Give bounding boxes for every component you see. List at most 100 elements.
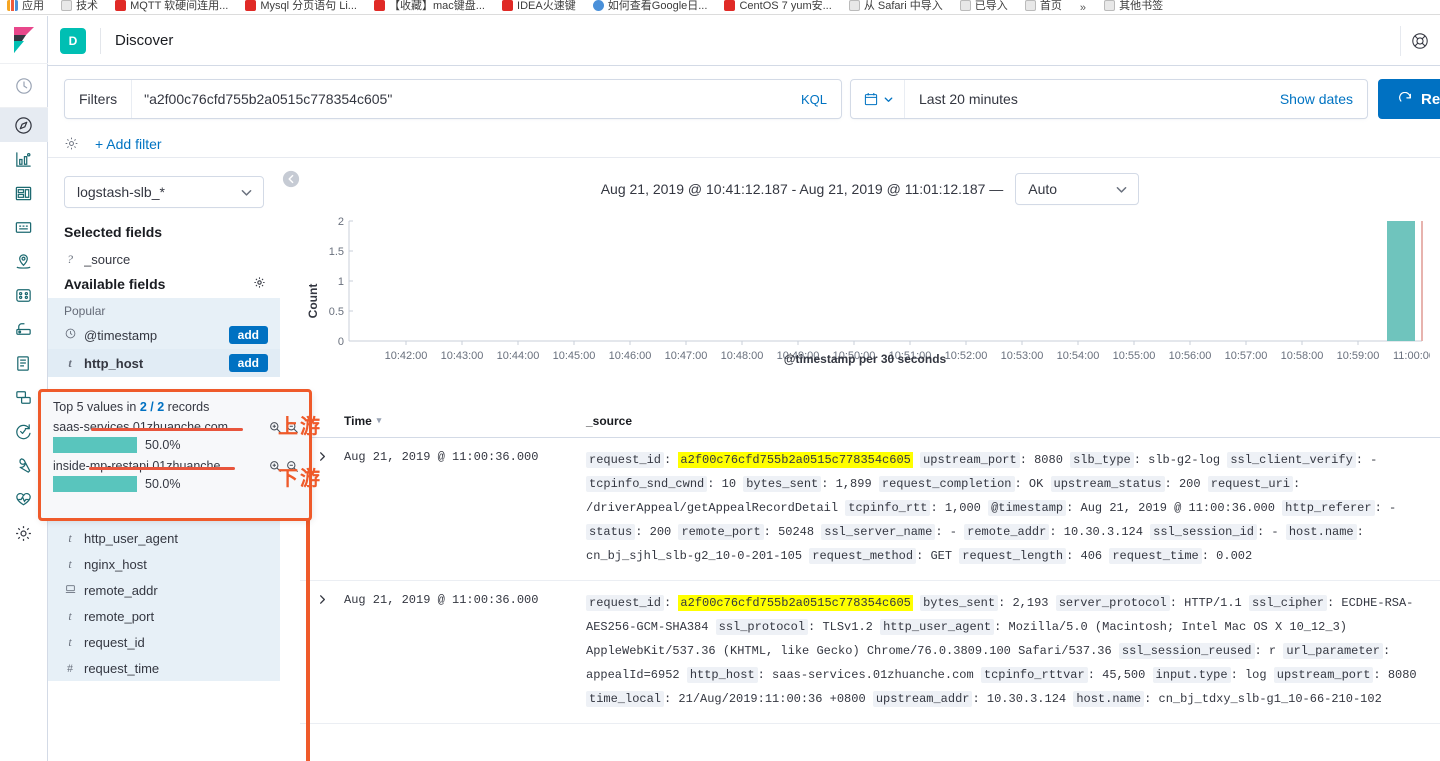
calendar-icon-button[interactable] [851,91,904,107]
kibana-logo-icon[interactable] [0,16,48,64]
other-bookmarks-folder[interactable]: 其他书签 [1104,0,1163,13]
sidebar-item-recently-viewed[interactable] [0,64,48,108]
expand-row-button[interactable] [300,591,344,711]
query-language-button[interactable]: KQL [787,92,841,107]
svg-text:2: 2 [338,216,344,228]
field-row-nginx-host[interactable]: t nginx_host [48,551,280,577]
bookmark-item[interactable]: Mysql 分页语句 Li... [245,0,357,13]
sort-caret-icon[interactable]: ▾ [377,415,382,426]
table-row[interactable]: Aug 21, 2019 @ 11:00:36.000 request_id: … [300,581,1440,724]
svg-text:0.5: 0.5 [329,306,344,318]
expand-arrow-icon [319,452,325,461]
popover-title-prefix: Top 5 values in [53,400,140,414]
bookmark-label: MQTT 软硬间连用... [130,0,229,12]
field-value: 406 [1080,549,1103,563]
bookmark-red-icon [115,0,127,11]
collapse-sidebar-button[interactable] [282,170,300,188]
field-row-remote-port[interactable]: t remote_port [48,603,280,629]
bookmark-item[interactable]: 应用 [7,0,44,13]
index-pattern-select[interactable]: logstash-slb_* [64,176,264,208]
apps-grid-icon [7,0,18,11]
sidebar-item-visualize[interactable] [0,142,48,176]
sidebar-item-dashboard[interactable] [0,176,48,210]
bookmark-item[interactable]: 【收藏】mac键盘... [374,0,485,13]
field-name: request_id [84,634,145,650]
field-value: 200 [1178,477,1201,491]
field-row-request-id[interactable]: t request_id [48,629,280,655]
bookmark-item[interactable]: 如何查看Google日... [592,0,707,13]
search-input[interactable] [132,91,787,107]
add-filter-button[interactable]: + Add filter [95,136,162,152]
field-name: request_time [84,660,160,676]
column-header-time[interactable]: Time ▾ [344,414,586,428]
field-row-request-time[interactable]: # request_time [48,655,280,681]
app-badge: D [60,27,86,54]
sidebar-item-infrastructure[interactable] [0,312,48,346]
bookmark-label: 技术 [76,0,99,12]
field-key: remote_port [678,524,764,540]
global-nav-sidebar [0,16,48,761]
show-dates-button[interactable]: Show dates [1266,91,1367,107]
sidebar-item-machine-learning[interactable] [0,278,48,312]
field-name: remote_port [84,608,155,624]
date-range-label[interactable]: Last 20 minutes [905,91,1266,107]
sidebar-item-canvas[interactable] [0,210,48,244]
help-lifebuoy-icon[interactable] [1400,25,1430,56]
bookmark-item[interactable]: 已导入 [959,0,1008,13]
add-field-button[interactable]: add [228,326,268,344]
field-value: 0.002 [1216,549,1253,563]
sidebar-item-maps[interactable] [0,244,48,278]
field-value: 10.30.3.124 [1063,525,1143,539]
table-row[interactable]: Aug 21, 2019 @ 11:00:36.000 request_id: … [300,438,1440,581]
bookmark-item[interactable]: IDEA火速键 [502,0,576,13]
field-key: upstream_addr [872,691,973,707]
field-key: @timestamp [988,500,1067,516]
bookmark-item[interactable]: 技术 [61,0,98,13]
row-source: request_id: a2f00c76cfd755b2a0515c778354… [586,452,1397,564]
bookmark-item[interactable]: MQTT 软硬间连用... [115,0,228,13]
field-key: ssl_protocol [715,619,809,635]
bookmark-label: IDEA火速键 [517,0,576,12]
field-value: log [1244,668,1267,682]
chart-time-range: Aug 21, 2019 @ 10:41:12.187 - Aug 21, 20… [600,181,1004,197]
sidebar-item-discover[interactable] [0,108,48,142]
field-key: http_user_agent [880,619,995,635]
field-row-http-user-agent[interactable]: t http_user_agent [48,525,280,551]
folder-icon [848,0,860,11]
field-key: tcpinfo_snd_cwnd [586,476,708,492]
gear-icon[interactable] [64,136,79,151]
popover-value-percent: 50.0% [145,438,181,452]
bookmark-item[interactable]: 从 Safari 中导入 [848,0,943,13]
bookmark-item[interactable]: CentOS 7 yum安... [724,0,832,13]
field-row-source[interactable]: ? _source [48,246,280,272]
field-key: http_referer [1282,500,1375,516]
sidebar-item-logs[interactable] [0,346,48,380]
add-field-button[interactable]: add [228,354,268,372]
sidebar-item-management[interactable] [0,516,48,550]
field-value: 8080 [1034,453,1063,467]
field-row-remote-addr[interactable]: remote_addr [48,577,280,603]
field-name: _source [84,251,131,267]
field-value: slb-g2-log [1148,453,1221,467]
field-type-icon: t [68,530,72,545]
field-key: ssl_session_reused [1118,643,1255,659]
field-key: upstream_port [920,452,1020,468]
field-value: 1,899 [835,477,872,491]
popular-fields-label: Popular [48,298,280,321]
bookmark-item[interactable]: 首页 [1024,0,1062,13]
field-row-timestamp[interactable]: @timestamp add [48,321,280,349]
bookmark-overflow-button[interactable]: » [1080,2,1086,14]
interval-select[interactable]: Auto [1015,173,1140,205]
popover-value-bar [53,437,137,453]
bookmark-blue-icon [592,0,604,11]
gear-icon[interactable] [253,276,266,292]
date-picker: Last 20 minutes Show dates [850,79,1368,119]
field-row-http-host[interactable]: t http_host add [48,349,280,377]
bookmark-label: CentOS 7 yum安... [739,0,832,12]
header-divider [100,27,101,54]
field-key: server_protocol [1055,595,1170,611]
field-key: input.type [1152,667,1231,683]
field-key: host.name [1073,691,1145,707]
histogram-chart[interactable]: Count 2 1.5 1 0.5 0 10:42:00 10:43:00 10… [300,206,1435,396]
refresh-button[interactable]: Refresh [1378,79,1440,119]
